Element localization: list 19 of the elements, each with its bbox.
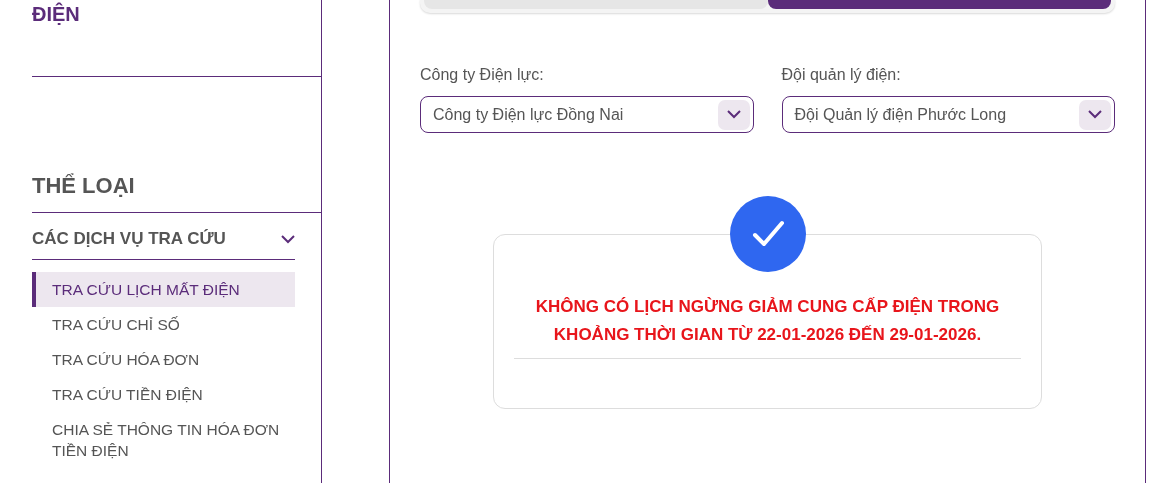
page-title: ĐIỆN — [32, 2, 80, 26]
chevron-down-icon — [726, 110, 741, 119]
segment-tab[interactable] — [424, 0, 768, 9]
sidebar-item[interactable]: CHIA SẺ THÔNG TIN HÓA ĐƠN TIỀN ĐIỆN — [32, 412, 295, 468]
result-message: KHÔNG CÓ LỊCH NGỪNG GIẢM CUNG CẤP ĐIỆN TRONG KHOẢNG THỜI GIAN TỪ 22-01-2026 ĐẾN 29-01-2026. — [534, 296, 1001, 346]
sidebar-item[interactable]: TRA CỨU HÓA ĐƠN — [32, 342, 295, 377]
section-title: THỂ LOẠI — [32, 173, 136, 199]
chevron-down-icon — [1088, 110, 1102, 119]
dropdown-field[interactable]: Đội Quản lý điện Phước Long — [781, 96, 1115, 133]
sidebar-item[interactable]: TRA CỨU LỊCH MẤT ĐIỆN — [32, 272, 295, 307]
field-label: Đội quản lý điện: — [781, 65, 902, 85]
chevron-down-icon[interactable] — [281, 234, 295, 244]
sidebar-item[interactable]: TRA CỨU CHỈ SỐ — [32, 307, 295, 342]
sidebar-item[interactable]: TRA CỨU TIỀN ĐIỆN — [32, 377, 295, 412]
dropdown-field[interactable]: Công ty Điện lực Đồng Nai — [420, 96, 754, 133]
field-label: Công ty Điện lực: — [420, 65, 545, 85]
segment-tab[interactable] — [767, 0, 1111, 9]
category-title: CÁC DỊCH VỤ TRA CỨU — [32, 229, 226, 249]
check-circle-icon — [729, 196, 806, 272]
